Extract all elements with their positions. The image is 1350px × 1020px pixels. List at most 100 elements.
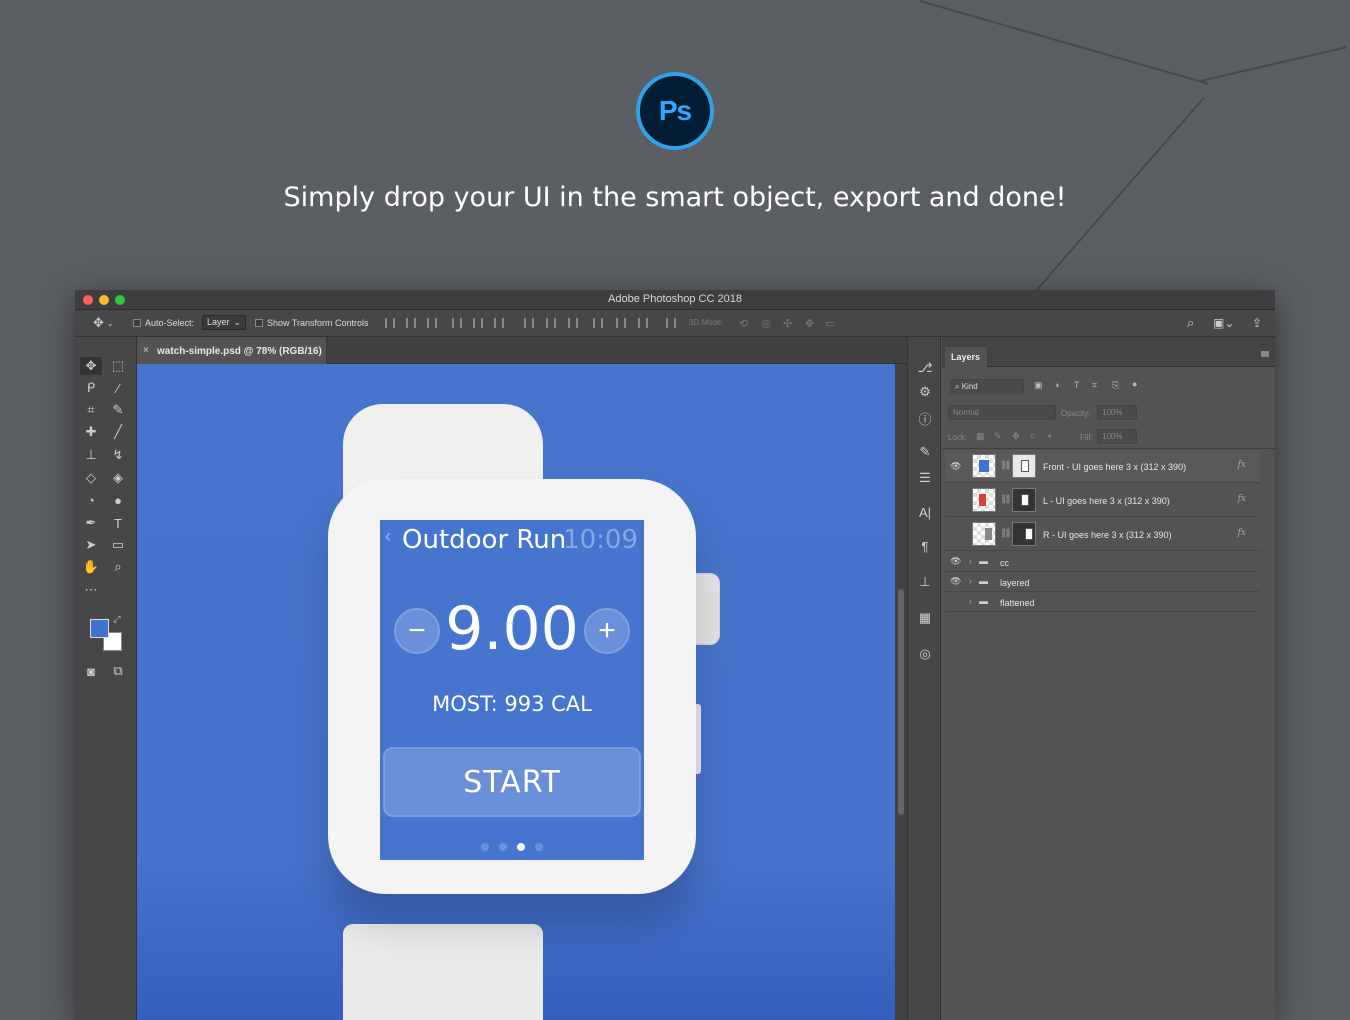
properties-panel-icon[interactable]: ⚙ <box>916 383 934 401</box>
panel-menu-icon[interactable] <box>1261 351 1269 357</box>
auto-align-icon[interactable] <box>666 318 676 328</box>
lock-position-icon[interactable]: ✥ <box>1012 431 1020 442</box>
3d-roll-icon[interactable]: ◎ <box>761 315 771 331</box>
3d-pan-icon[interactable]: ✣ <box>783 315 792 331</box>
healing-brush-tool-icon[interactable]: ✚ <box>80 423 102 441</box>
paragraph-panel-icon[interactable]: ¶ <box>916 537 934 555</box>
clone-stamp-tool-icon[interactable]: ⊥ <box>80 446 102 464</box>
layers-tab[interactable]: Layers <box>945 347 987 367</box>
lock-all-icon[interactable]: ▪ <box>1048 431 1051 441</box>
align-vcenter-icon[interactable] <box>406 318 416 328</box>
dodge-tool-icon[interactable]: ● <box>107 491 129 509</box>
filter-adjust-icon[interactable]: ◑ <box>1054 380 1059 390</box>
group-row-cc[interactable]: 👁 › ▬ cc <box>945 552 1260 572</box>
close-tab-icon[interactable]: × <box>143 345 149 356</box>
history-brush-tool-icon[interactable]: ↯ <box>107 446 129 464</box>
scrollbar-thumb[interactable] <box>898 589 904 815</box>
brush-tool-icon[interactable]: ╱ <box>107 423 129 441</box>
screen-mode-icon[interactable]: ⧉ <box>107 662 129 680</box>
history-panel-icon[interactable]: ⎇ <box>916 359 934 377</box>
layer-thumbnail <box>972 488 996 512</box>
gradient-tool-icon[interactable]: ◈ <box>107 469 129 487</box>
lock-pixels-icon[interactable]: ▦ <box>976 431 985 442</box>
distribute-vcenter-icon[interactable] <box>546 318 556 328</box>
align-hcenter-icon[interactable] <box>473 318 483 328</box>
rectangle-tool-icon[interactable]: ▭ <box>107 536 129 554</box>
distribute-right-icon[interactable] <box>638 318 648 328</box>
visibility-eye-icon[interactable]: 👁 <box>950 461 961 472</box>
share-icon[interactable]: ⇪ <box>1252 315 1262 331</box>
layer-effects-icon[interactable]: fx <box>1238 460 1246 470</box>
layer-effects-icon[interactable]: fx <box>1238 494 1246 504</box>
libraries-icon[interactable]: ◎ <box>916 645 934 663</box>
move-tool-preset-button[interactable]: ✥ ⌄ <box>93 315 114 331</box>
clone-source-icon[interactable]: ⊥ <box>916 573 934 591</box>
auto-select-checkbox[interactable]: Auto-Select: <box>133 315 194 331</box>
search-icon[interactable]: ⌕ <box>1187 315 1194 331</box>
marquee-tool-icon[interactable]: ⬚ <box>107 357 129 375</box>
brush-settings-icon[interactable]: ✎ <box>916 443 934 461</box>
zoom-tool-icon[interactable]: ⌕ <box>107 558 129 576</box>
quick-mask-icon[interactable]: ◙ <box>80 662 102 680</box>
eyedropper-tool-icon[interactable]: ✎ <box>107 401 129 419</box>
swap-colors-icon[interactable]: ⤢ <box>111 613 123 625</box>
vertical-scrollbar[interactable] <box>895 364 907 1020</box>
folder-icon: ▬ <box>979 576 988 586</box>
expand-chevron-icon[interactable]: › <box>969 576 972 586</box>
document-canvas[interactable]: ‹ Outdoor Run 10:09 9.00 − + MOST: 993 C… <box>137 364 895 1020</box>
path-selection-tool-icon[interactable]: ➤ <box>80 536 102 554</box>
magic-wand-tool-icon[interactable]: ⁄ <box>107 379 129 397</box>
3d-scale-icon[interactable]: ▭ <box>825 315 835 331</box>
document-tab[interactable]: × watch-simple.psd @ 78% (RGB/16) <box>137 337 327 364</box>
foreground-color-swatch[interactable] <box>90 619 109 638</box>
distribute-left-icon[interactable] <box>593 318 603 328</box>
lock-artboard-icon[interactable]: ⌗ <box>1030 431 1035 442</box>
align-bottom-icon[interactable] <box>427 318 437 328</box>
move-tool-icon[interactable]: ✥ <box>80 357 102 375</box>
group-row-flattened[interactable]: › ▬ flattened <box>945 592 1260 612</box>
info-panel-icon[interactable]: ⓘ <box>916 409 934 427</box>
photoshop-logo: Ps <box>636 72 714 150</box>
filter-smart-icon[interactable]: ⎘ <box>1112 380 1119 391</box>
filter-shape-icon[interactable]: ⌗ <box>1092 380 1097 391</box>
layer-row-right[interactable]: ⛓ R - UI goes here 3 x (312 x 390) fx <box>945 518 1260 551</box>
lasso-tool-icon[interactable]: ᑭ <box>80 379 102 397</box>
3d-slide-icon[interactable]: ✥ <box>805 315 814 331</box>
grid-panel-icon[interactable]: ▦ <box>916 609 934 627</box>
pen-tool-icon[interactable]: ✒ <box>80 514 102 532</box>
visibility-eye-icon[interactable]: 👁 <box>950 556 961 567</box>
visibility-eye-icon[interactable]: 👁 <box>950 576 961 587</box>
group-row-layered[interactable]: 👁 › ▬ layered <box>945 572 1260 592</box>
filter-pixel-icon[interactable]: ▣ <box>1034 380 1043 391</box>
crop-tool-icon[interactable]: ⌗ <box>80 401 102 419</box>
character-panel-icon[interactable]: A| <box>916 503 934 521</box>
3d-orbit-icon[interactable]: ⟲ <box>739 315 748 331</box>
opacity-input[interactable]: 100% <box>1097 405 1137 420</box>
filter-kind-select[interactable]: ⌕ Kind <box>950 379 1024 394</box>
show-transform-checkbox[interactable]: Show Transform Controls <box>255 315 369 331</box>
auto-select-dropdown[interactable]: Layer ⌄ <box>202 315 246 330</box>
align-left-icon[interactable] <box>452 318 462 328</box>
eraser-tool-icon[interactable]: ◇ <box>80 469 102 487</box>
distribute-bottom-icon[interactable] <box>568 318 578 328</box>
blur-tool-icon[interactable]: ◔ <box>80 491 102 509</box>
lock-brush-icon[interactable]: ✎ <box>994 431 1002 442</box>
blend-mode-select[interactable]: Normal <box>948 405 1056 420</box>
type-tool-icon[interactable]: T <box>107 514 129 532</box>
align-top-icon[interactable] <box>385 318 395 328</box>
layer-row-left[interactable]: ⛓ L - UI goes here 3 x (312 x 390) fx <box>945 484 1260 517</box>
layer-effects-icon[interactable]: fx <box>1238 528 1246 538</box>
filter-type-icon[interactable]: T <box>1074 380 1080 390</box>
layer-row-front[interactable]: 👁 ⛓ Front - UI goes here 3 x (312 x 390)… <box>945 450 1260 483</box>
expand-chevron-icon[interactable]: › <box>969 596 972 606</box>
expand-chevron-icon[interactable]: › <box>969 556 972 566</box>
workspace-icon[interactable]: ▣⌄ <box>1213 315 1234 331</box>
distribute-hcenter-icon[interactable] <box>616 318 626 328</box>
fill-input[interactable]: 100% <box>1097 429 1137 444</box>
distribute-top-icon[interactable] <box>524 318 534 328</box>
filter-toggle-icon[interactable]: ● <box>1132 379 1137 389</box>
hand-tool-icon[interactable]: ✋ <box>80 558 102 576</box>
adjustments-icon[interactable]: ☰ <box>916 469 934 487</box>
align-right-icon[interactable] <box>494 318 504 328</box>
more-tools-icon[interactable]: ⋯ <box>80 581 102 599</box>
